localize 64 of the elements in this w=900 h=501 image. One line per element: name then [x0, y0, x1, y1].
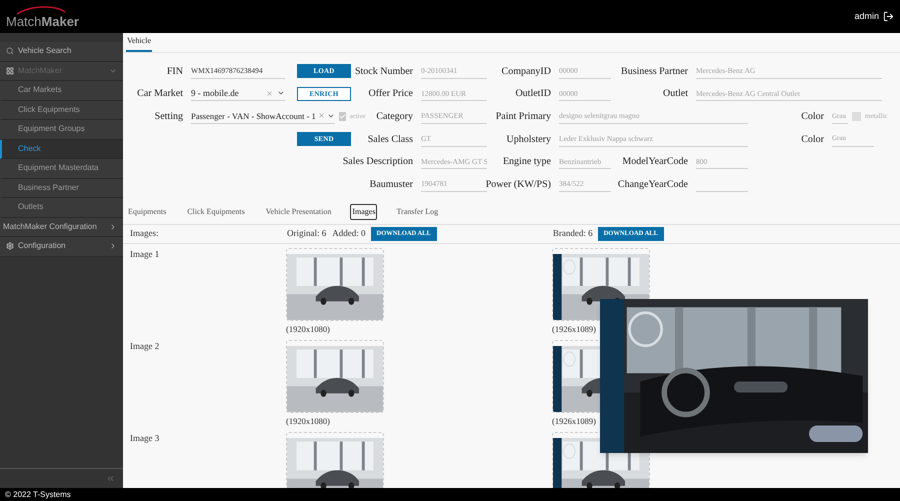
grid-icon — [6, 66, 14, 75]
clear-icon[interactable] — [318, 112, 325, 120]
select-field[interactable]: 9 - mobile.de — [191, 86, 285, 102]
field-label: Offer Price — [368, 87, 413, 102]
field-label: ModelYearCode — [622, 155, 688, 170]
checkbox[interactable] — [338, 112, 346, 121]
branded-count: Branded: 6 — [552, 226, 593, 240]
image-size: (1926x1089) — [552, 322, 597, 336]
added-count: Added: 0 — [332, 226, 366, 240]
field-label: Outlet — [663, 87, 688, 102]
field-label: Baumuster — [370, 178, 413, 192]
username: admin — [854, 10, 879, 23]
sidebar-subitem[interactable]: Click Equipments — [0, 100, 123, 120]
field-label: FIN — [166, 64, 183, 79]
field-label: Stock Number — [354, 64, 413, 79]
sidebar-item[interactable]: Vehicle Search — [0, 42, 123, 62]
select-field[interactable]: Passenger - VAN - ShowAccount - 1 — [191, 108, 335, 124]
search-icon — [6, 47, 14, 56]
field-label: Sales Class — [368, 132, 413, 147]
tab[interactable]: Images — [350, 204, 378, 220]
original-count: Original: 6 — [287, 226, 326, 240]
image-size: (1920x1080) — [286, 414, 331, 428]
sidebar-subitem[interactable]: Equipment Masterdata — [0, 159, 123, 178]
copyright-text: © 2022 T-Systems — [5, 488, 71, 500]
image-size: (1926x1089) — [552, 414, 597, 428]
logo: MatchMaker — [6, 14, 79, 28]
section-title: Images: — [129, 226, 160, 240]
field-label: Engine type — [502, 155, 551, 170]
collapse-icon[interactable] — [106, 474, 115, 483]
sidebar-subitem[interactable]: Check — [0, 140, 123, 159]
sidebar-subitem[interactable]: Car Markets — [0, 81, 123, 100]
sidebar-subitem[interactable]: Equipment Groups — [0, 120, 123, 140]
image-label: Image 1 — [129, 248, 160, 261]
settings-icon — [6, 242, 14, 250]
field-label: Power (KW/PS) — [486, 178, 551, 192]
tab[interactable]: Transfer Log — [394, 204, 440, 220]
logout-icon[interactable] — [883, 11, 894, 22]
field-label: Category — [376, 110, 413, 124]
sidebar-subitem[interactable]: Business Partner — [0, 178, 123, 198]
field-label: Sales Description — [342, 155, 413, 170]
sidebar-item[interactable]: MatchMaker Configuration — [0, 218, 123, 237]
field-label: Car Market — [137, 87, 183, 102]
image-size: (1920x1080) — [286, 322, 331, 336]
chevron-right-icon — [109, 222, 117, 231]
tab[interactable]: Vehicle — [126, 35, 152, 52]
sidebar-item[interactable]: Configuration — [0, 237, 123, 256]
field-label: Color — [801, 110, 824, 124]
field-label: OutletID — [515, 87, 551, 102]
field-label: Business Partner — [621, 64, 688, 79]
tab[interactable]: Vehicle Presentation — [264, 204, 334, 220]
checkbox[interactable] — [852, 112, 861, 121]
sidebar-subitem[interactable]: Outlets — [0, 198, 123, 218]
clear-icon[interactable] — [266, 90, 273, 97]
field-label: ChangeYearCode — [618, 178, 688, 192]
field-label: CompanyID — [502, 64, 551, 79]
chevron-right-icon — [109, 242, 117, 250]
tab[interactable]: Equipments — [126, 204, 168, 220]
tab[interactable]: Click Equipments — [185, 204, 247, 220]
field-label: Paint Primary — [496, 110, 551, 124]
field-label: Upholstery — [506, 132, 551, 147]
image-label: Image 3 — [129, 432, 160, 445]
field-label: Setting — [154, 110, 183, 124]
field-label: Color — [801, 132, 824, 147]
image-label: Image 2 — [129, 340, 160, 353]
